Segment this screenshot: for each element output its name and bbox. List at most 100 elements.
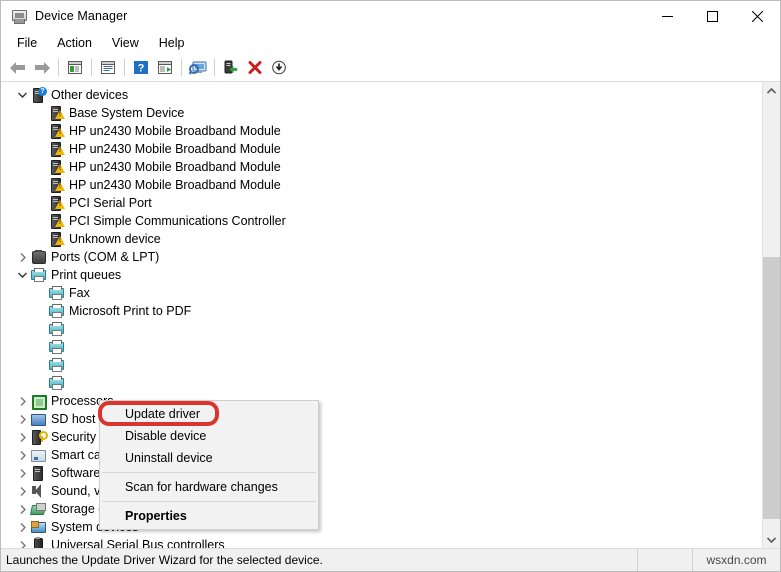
toolbar-separator — [214, 59, 215, 76]
menu-view[interactable]: View — [102, 34, 149, 52]
software-device-icon — [30, 465, 46, 481]
chevron-right-icon[interactable] — [15, 428, 30, 446]
window-title: Device Manager — [35, 9, 128, 23]
tree-row[interactable]: Print queues — [1, 266, 762, 284]
tree-row[interactable]: HP un2430 Mobile Broadband Module — [1, 158, 762, 176]
scrollbar-thumb[interactable] — [763, 257, 780, 519]
maximize-icon[interactable] — [690, 1, 735, 31]
update-driver-icon[interactable] — [219, 56, 243, 79]
context-menu-item[interactable]: Uninstall device — [100, 447, 318, 469]
printer-icon — [30, 267, 46, 283]
chevron-down-icon[interactable] — [15, 266, 30, 284]
back-icon[interactable] — [6, 56, 30, 79]
chevron-right-icon[interactable] — [15, 500, 30, 518]
forward-icon[interactable] — [30, 56, 54, 79]
printer-icon — [48, 339, 64, 355]
tree-row[interactable] — [1, 356, 762, 374]
printer-icon — [48, 321, 64, 337]
context-menu-item[interactable]: Scan for hardware changes — [100, 476, 318, 498]
usb-icon — [30, 537, 46, 548]
printer-icon — [48, 375, 64, 391]
vertical-scrollbar[interactable] — [762, 82, 780, 548]
tree-row[interactable]: Unknown device — [1, 230, 762, 248]
tree-row-label: HP un2430 Mobile Broadband Module — [69, 124, 281, 138]
printer-icon — [48, 285, 64, 301]
disable-device-icon[interactable] — [267, 56, 291, 79]
context-menu-item[interactable]: Properties — [100, 505, 318, 527]
chevron-right-icon[interactable] — [15, 536, 30, 548]
menu-action[interactable]: Action — [47, 34, 102, 52]
tree-row-label: Print queues — [51, 268, 122, 282]
help-icon[interactable]: ? — [129, 56, 153, 79]
security-icon — [30, 429, 48, 445]
tree-row[interactable]: HP un2430 Mobile Broadband Module — [1, 140, 762, 158]
status-bar: Launches the Update Driver Wizard for th… — [1, 548, 780, 571]
tree-row[interactable] — [1, 338, 762, 356]
toolbar: ? — [1, 54, 780, 82]
tree-row-label: PCI Simple Communications Controller — [69, 214, 286, 228]
tree-row[interactable]: PCI Serial Port — [1, 194, 762, 212]
scroll-up-icon[interactable] — [763, 82, 780, 99]
tree-row[interactable]: PCI Simple Communications Controller — [1, 212, 762, 230]
tree-row-label: Universal Serial Bus controllers — [51, 538, 225, 548]
tree-row[interactable] — [1, 320, 762, 338]
tree-row[interactable]: Ports (COM & LPT) — [1, 248, 762, 266]
context-menu-item[interactable]: Disable device — [100, 425, 318, 447]
tree-row[interactable]: Base System Device — [1, 104, 762, 122]
properties-icon[interactable] — [96, 56, 120, 79]
tree-row[interactable] — [1, 374, 762, 392]
tree-row-label: HP un2430 Mobile Broadband Module — [69, 142, 281, 156]
show-hide-action-pane-icon[interactable] — [153, 56, 177, 79]
context-menu-item[interactable]: Update driver — [100, 403, 318, 425]
status-message: Launches the Update Driver Wizard for th… — [6, 553, 323, 567]
tree-row-label: Fax — [69, 286, 90, 300]
storage-icon — [29, 501, 47, 517]
svg-text:?: ? — [138, 63, 145, 75]
chevron-right-icon[interactable] — [15, 410, 30, 428]
chevron-right-icon[interactable] — [15, 248, 30, 266]
scroll-down-icon[interactable] — [763, 531, 780, 548]
menu-bar: File Action View Help — [1, 31, 780, 54]
chevron-right-icon[interactable] — [15, 392, 30, 410]
context-menu[interactable]: Update driver Disable device Uninstall dev… — [99, 400, 319, 530]
chevron-right-icon[interactable] — [15, 464, 30, 482]
chevron-right-icon[interactable] — [15, 446, 30, 464]
context-menu-separator — [102, 472, 316, 473]
tree-row-label: Ports (COM & LPT) — [51, 250, 160, 264]
minimize-icon[interactable] — [645, 1, 690, 31]
toolbar-separator — [58, 59, 59, 76]
tree-row[interactable]: ? Other devices — [1, 86, 762, 104]
tree-row[interactable]: HP un2430 Mobile Broadband Module — [1, 122, 762, 140]
chevron-right-icon[interactable] — [15, 518, 30, 536]
show-hide-console-tree-icon[interactable] — [63, 56, 87, 79]
scan-for-hardware-changes-icon[interactable] — [186, 56, 210, 79]
chevron-down-icon[interactable] — [15, 86, 30, 104]
tree-row[interactable]: Universal Serial Bus controllers — [1, 536, 762, 548]
tree-row-label: Microsoft Print to PDF — [69, 304, 192, 318]
port-icon — [30, 249, 46, 265]
tree-row[interactable]: Microsoft Print to PDF — [1, 302, 762, 320]
toolbar-separator — [91, 59, 92, 76]
tree-row[interactable]: Fax — [1, 284, 762, 302]
window-controls — [645, 1, 780, 31]
menu-help[interactable]: Help — [149, 34, 195, 52]
chevron-right-icon[interactable] — [15, 482, 30, 500]
tree-row[interactable]: HP un2430 Mobile Broadband Module — [1, 176, 762, 194]
warning-device-icon — [48, 159, 65, 175]
menu-file[interactable]: File — [7, 34, 47, 52]
close-icon[interactable] — [735, 1, 780, 31]
tree-row-label: Unknown device — [69, 232, 161, 246]
title-bar: Device Manager — [1, 1, 780, 31]
sd-host-icon — [30, 411, 46, 427]
uninstall-device-icon[interactable] — [243, 56, 267, 79]
